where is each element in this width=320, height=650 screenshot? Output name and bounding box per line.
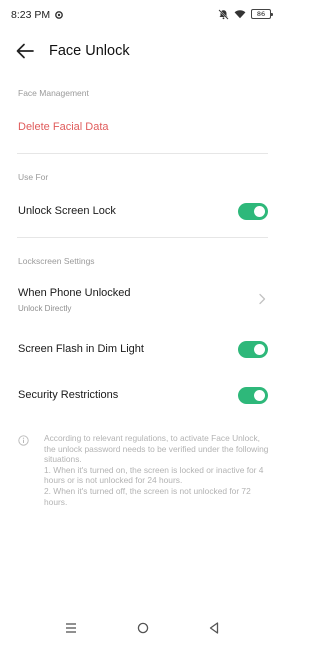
mute-bell-icon [218, 8, 229, 20]
screen-flash-row[interactable]: Screen Flash in Dim Light [0, 334, 285, 364]
divider [17, 153, 268, 154]
info-item-2: 2. When it's turned off, the screen is n… [44, 485, 251, 507]
security-restrictions-toggle[interactable] [238, 387, 268, 404]
info-text: According to relevant regulations, to ac… [44, 433, 270, 507]
section-header-face-management: Face Management [18, 88, 89, 98]
menu-icon[interactable] [63, 620, 79, 636]
home-circle-icon[interactable] [135, 620, 151, 636]
section-header-use-for: Use For [18, 172, 49, 182]
info-icon [18, 435, 29, 446]
chevron-right-icon [259, 293, 266, 305]
notification-icon [55, 11, 63, 19]
status-time: 8:23 PM [11, 9, 51, 21]
info-intro: According to relevant regulations, to ac… [44, 433, 269, 465]
when-phone-unlocked-row[interactable]: When Phone Unlocked Unlock Directly [0, 280, 285, 320]
divider [17, 237, 268, 238]
security-restrictions-row[interactable]: Security Restrictions [0, 380, 285, 410]
info-item-1: 1. When it's turned on, the screen is lo… [44, 464, 264, 486]
when-phone-unlocked-value: Unlock Directly [18, 304, 72, 313]
section-header-lockscreen-settings: Lockscreen Settings [18, 256, 95, 266]
back-triangle-icon[interactable] [206, 620, 222, 636]
status-bar: 8:23 PM 86 [0, 0, 285, 30]
unlock-screen-lock-label: Unlock Screen Lock [18, 205, 116, 217]
toggle-knob [254, 344, 265, 355]
unlock-screen-lock-toggle[interactable] [238, 203, 268, 220]
delete-facial-data-button[interactable]: Delete Facial Data [18, 121, 109, 133]
page-title: Face Unlock [49, 43, 130, 59]
status-icons: 86 [218, 8, 273, 20]
toggle-knob [254, 206, 265, 217]
toggle-knob [254, 390, 265, 401]
security-restrictions-label: Security Restrictions [18, 389, 119, 401]
screen-flash-toggle[interactable] [238, 341, 268, 358]
app-header: Face Unlock [0, 36, 285, 66]
back-arrow-icon[interactable] [14, 40, 36, 62]
screen-flash-label: Screen Flash in Dim Light [18, 343, 144, 355]
wifi-icon [234, 10, 246, 19]
unlock-screen-lock-row[interactable]: Unlock Screen Lock [0, 196, 285, 226]
navigation-bar [0, 610, 285, 650]
battery-icon: 86 [251, 9, 273, 19]
when-phone-unlocked-label: When Phone Unlocked [18, 287, 131, 299]
